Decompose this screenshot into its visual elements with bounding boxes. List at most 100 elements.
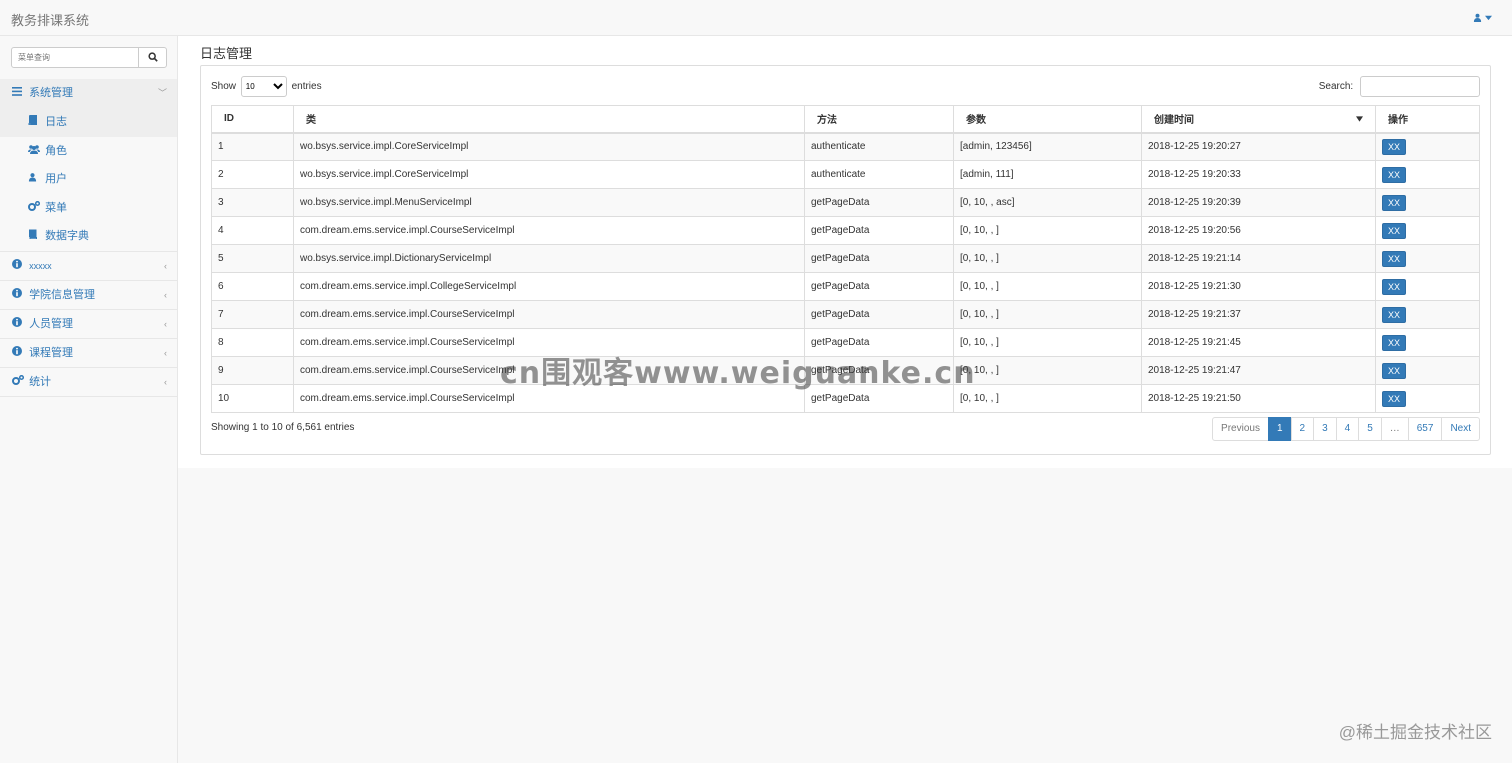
row-action-button[interactable]: XX — [1382, 278, 1407, 295]
app-title[interactable]: 教务排课系统 — [11, 10, 89, 29]
cell-created: 2018-12-25 19:20:33 — [1141, 160, 1376, 189]
cell-id: 4 — [211, 216, 294, 245]
page-button-657[interactable]: 657 — [1407, 417, 1443, 441]
user-menu-toggle[interactable] — [1473, 12, 1492, 23]
column-header-id[interactable]: ID — [211, 105, 294, 134]
cell-actions: XX — [1375, 216, 1480, 245]
table-row: 6 com.dream.ems.service.impl.CollegeServi… — [211, 272, 1480, 301]
table-row: 1 wo.bsys.service.impl.CoreServiceImpl aut… — [211, 132, 1480, 161]
page-button-1[interactable]: 1 — [1267, 417, 1292, 441]
sidebar: 系统管理 ﹀ 日志 角色 用户 菜单 数据字典 — [0, 36, 178, 763]
column-header-class[interactable]: 类 — [293, 105, 805, 134]
info-circle-icon — [12, 281, 23, 309]
sidebar-item-staff[interactable]: 人员管理 ‹ — [0, 310, 177, 339]
sidebar-item-stats[interactable]: 统计 ‹ — [0, 368, 177, 397]
book-icon — [28, 222, 39, 250]
cell-id: 1 — [211, 132, 294, 161]
cell-id: 10 — [211, 384, 294, 413]
cell-method: authenticate — [804, 160, 954, 189]
row-action-button[interactable]: XX — [1382, 222, 1407, 239]
cell-created: 2018-12-25 19:20:39 — [1141, 188, 1376, 217]
sort-desc-icon — [1356, 116, 1363, 122]
sidebar-item-college[interactable]: 学院信息管理 ‹ — [0, 281, 177, 310]
sidebar-subitem-label: 数据字典 — [45, 230, 90, 242]
row-action-button[interactable]: XX — [1382, 362, 1407, 379]
log-panel: Show 10 entries Search: ID 类 方法 参数 创建时间 … — [200, 65, 1491, 455]
cell-created: 2018-12-25 19:21:47 — [1141, 356, 1376, 385]
cogs-icon — [12, 368, 25, 396]
page-button-3[interactable]: 3 — [1313, 417, 1337, 441]
menu-search-button[interactable] — [138, 47, 167, 68]
sidebar-item-label: 统计 — [29, 375, 52, 388]
cell-params: [0, 10, , asc] — [953, 188, 1142, 217]
column-header-created[interactable]: 创建时间 — [1141, 105, 1376, 134]
sidebar-subitem-menu[interactable]: 菜单 — [0, 194, 177, 223]
corner-watermark: @稀土掘金技术社区 — [1338, 723, 1492, 742]
page-button-5[interactable]: 5 — [1358, 417, 1382, 441]
row-action-button[interactable]: XX — [1382, 194, 1407, 211]
column-header-actions: 操作 — [1375, 105, 1480, 134]
table-info: Showing 1 to 10 of 6,561 entries — [211, 422, 355, 433]
chevron-left-icon: ‹ — [164, 347, 167, 358]
page-button-2[interactable]: 2 — [1290, 417, 1315, 441]
sidebar-subitem-dictionary[interactable]: 数据字典 — [0, 222, 177, 251]
menu-search — [11, 47, 167, 68]
page-button-4[interactable]: 4 — [1335, 417, 1360, 441]
column-header-method[interactable]: 方法 — [804, 105, 954, 134]
bars-icon — [12, 79, 23, 107]
cell-class: wo.bsys.service.impl.MenuServiceImpl — [293, 188, 805, 217]
next-page-button[interactable]: Next — [1441, 417, 1480, 441]
row-action-button[interactable]: XX — [1382, 306, 1407, 323]
table-row: 5 wo.bsys.service.impl.DictionaryServiceI… — [211, 244, 1480, 273]
cell-method: getPageData — [804, 244, 954, 273]
cell-actions: XX — [1375, 300, 1480, 329]
info-circle-icon — [12, 252, 23, 280]
sidebar-subitem-label: 用户 — [45, 173, 68, 185]
cell-method: getPageData — [804, 272, 954, 301]
cell-created: 2018-12-25 19:21:50 — [1141, 384, 1376, 413]
table-row: 3 wo.bsys.service.impl.MenuServiceImpl get… — [211, 188, 1480, 217]
row-action-button[interactable]: XX — [1382, 250, 1407, 267]
cell-params: [0, 10, , ] — [953, 216, 1142, 245]
book-icon — [28, 108, 39, 136]
sidebar-subitem-log[interactable]: 日志 — [0, 108, 177, 137]
chevron-left-icon: ‹ — [164, 376, 167, 387]
sidebar-item-label: 系统管理 — [29, 87, 74, 99]
page-length-select[interactable]: 10 — [240, 76, 287, 97]
table-search: Search: — [1319, 76, 1480, 97]
table-header-row: ID 类 方法 参数 创建时间 操作 — [211, 105, 1480, 134]
cell-params: [0, 10, , ] — [953, 244, 1142, 273]
cell-params: [0, 10, , ] — [953, 384, 1142, 413]
chevron-down-icon: ﹀ — [157, 88, 167, 98]
cell-id: 8 — [211, 328, 294, 357]
sidebar-item-xxxxx[interactable]: xxxxx ‹ — [0, 252, 177, 281]
row-action-button[interactable]: XX — [1382, 166, 1407, 183]
cell-actions: XX — [1375, 356, 1480, 385]
sidebar-subitem-user[interactable]: 用户 — [0, 165, 177, 194]
table-search-input[interactable] — [1360, 76, 1480, 97]
cell-class: com.dream.ems.service.impl.CourseService… — [293, 300, 805, 329]
sidebar-item-system[interactable]: 系统管理 ﹀ — [0, 79, 177, 108]
cell-actions: XX — [1375, 328, 1480, 357]
cell-created: 2018-12-25 19:21:45 — [1141, 328, 1376, 357]
submenu-system: 日志 角色 用户 菜单 数据字典 — [0, 108, 177, 252]
menu-search-input[interactable] — [11, 47, 139, 68]
table-row: 2 wo.bsys.service.impl.CoreServiceImpl aut… — [211, 160, 1480, 189]
column-header-params[interactable]: 参数 — [953, 105, 1142, 134]
search-label: Search: — [1318, 81, 1354, 93]
table-row: 7 com.dream.ems.service.impl.CourseServic… — [211, 300, 1480, 329]
caret-down-icon — [1485, 15, 1492, 20]
row-action-button[interactable]: XX — [1382, 334, 1407, 351]
sidebar-subitem-role[interactable]: 角色 — [0, 137, 177, 166]
sidebar-subitem-label: 日志 — [45, 116, 68, 128]
user-icon — [28, 165, 39, 193]
sidebar-item-label: 学院信息管理 — [29, 288, 96, 301]
sidebar-item-course[interactable]: 课程管理 ‹ — [0, 339, 177, 368]
cell-id: 6 — [211, 272, 294, 301]
previous-page-button[interactable]: Previous — [1212, 417, 1269, 441]
cell-actions: XX — [1375, 160, 1480, 189]
cell-params: [0, 10, , ] — [953, 328, 1142, 357]
show-label: Show — [211, 81, 237, 92]
row-action-button[interactable]: XX — [1382, 138, 1407, 155]
row-action-button[interactable]: XX — [1382, 390, 1407, 407]
